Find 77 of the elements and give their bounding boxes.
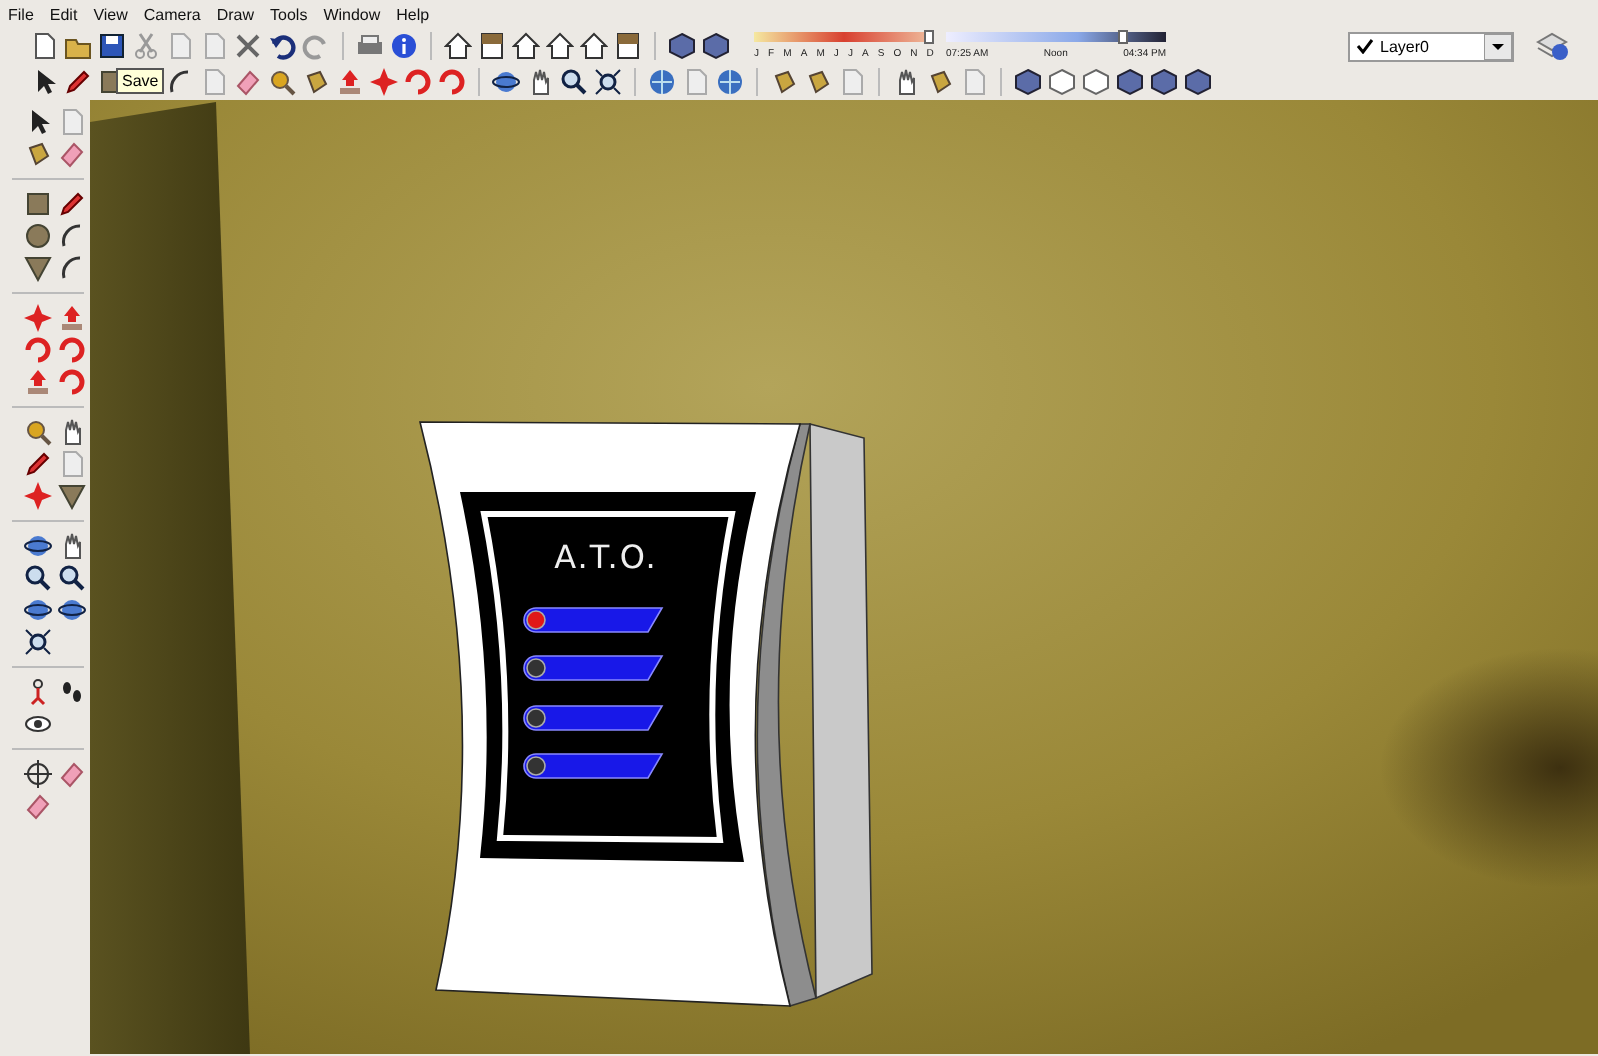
menu-item[interactable]: File — [8, 5, 34, 23]
move-icon[interactable] — [370, 68, 398, 96]
date-slider[interactable] — [754, 32, 934, 42]
push-pull-icon[interactable] — [24, 368, 52, 396]
search-icon[interactable] — [24, 564, 52, 592]
eraser-icon[interactable] — [234, 68, 262, 96]
arc-icon[interactable] — [58, 222, 86, 250]
bucket-icon[interactable] — [770, 68, 798, 96]
time-slider[interactable] — [946, 32, 1166, 42]
pencil-icon[interactable] — [64, 68, 92, 96]
push-pull-icon[interactable] — [58, 304, 86, 332]
cube-icon[interactable] — [702, 32, 730, 60]
pencil-icon[interactable] — [24, 450, 52, 478]
circle-icon[interactable] — [24, 222, 52, 250]
menu-item[interactable]: Camera — [143, 5, 201, 23]
undo-icon[interactable] — [268, 32, 296, 60]
eraser-icon[interactable] — [58, 760, 86, 788]
orbit-icon[interactable] — [58, 596, 86, 624]
device-label: A.T.O. — [554, 538, 658, 576]
tape-icon[interactable] — [24, 418, 52, 446]
layers-icon[interactable] — [1534, 30, 1570, 62]
cube-icon[interactable] — [1014, 68, 1042, 96]
orbit-icon[interactable] — [24, 596, 52, 624]
zoom-extents-icon[interactable] — [24, 628, 52, 656]
globe-icon[interactable] — [648, 68, 676, 96]
cube-icon[interactable] — [1048, 68, 1076, 96]
push-pull-icon[interactable] — [336, 68, 364, 96]
rotate-icon[interactable] — [404, 68, 432, 96]
menu-item[interactable]: Draw — [216, 5, 255, 23]
footprints-icon[interactable] — [58, 678, 86, 706]
tape-icon[interactable] — [268, 68, 296, 96]
menu-item[interactable]: Window — [323, 5, 381, 23]
printer-icon[interactable] — [356, 32, 384, 60]
menu-item[interactable]: Tools — [270, 5, 308, 23]
cube-icon[interactable] — [668, 32, 696, 60]
pencil-icon[interactable] — [58, 190, 86, 218]
rotate-icon[interactable] — [24, 336, 52, 364]
bucket-icon[interactable] — [24, 140, 52, 168]
eraser-icon[interactable] — [24, 792, 52, 820]
cube-icon[interactable] — [1150, 68, 1178, 96]
zoom-extents-icon[interactable] — [594, 68, 622, 96]
rectangle-icon[interactable] — [24, 190, 52, 218]
layer-dropdown[interactable]: Layer0 — [1348, 31, 1514, 61]
menu-item[interactable]: Edit — [49, 5, 78, 23]
house-icon[interactable] — [580, 32, 608, 60]
tooltip: Save — [116, 68, 165, 94]
orbit-icon[interactable] — [24, 532, 52, 560]
cube-icon[interactable] — [1184, 68, 1212, 96]
rotate-icon[interactable] — [438, 68, 466, 96]
rotate-icon[interactable] — [58, 368, 86, 396]
triangle-icon[interactable] — [24, 254, 52, 282]
search-icon[interactable] — [560, 68, 588, 96]
dropdown-arrow-icon[interactable] — [1484, 33, 1512, 59]
triangle-icon[interactable] — [58, 482, 86, 510]
bucket-icon[interactable] — [302, 68, 330, 96]
rotate-icon[interactable] — [58, 336, 86, 364]
menu-item[interactable]: Help — [396, 5, 430, 23]
page-icon[interactable] — [30, 32, 58, 60]
house-icon[interactable] — [546, 32, 574, 60]
eraser-icon[interactable] — [58, 140, 86, 168]
cube-icon[interactable] — [1116, 68, 1144, 96]
move-icon[interactable] — [24, 304, 52, 332]
globe-icon[interactable] — [716, 68, 744, 96]
menu-item[interactable]: View — [93, 5, 128, 23]
eye-icon[interactable] — [24, 710, 52, 738]
info-icon[interactable] — [390, 32, 418, 60]
bucket-icon[interactable] — [804, 68, 832, 96]
arc-icon[interactable] — [166, 68, 194, 96]
bucket-icon[interactable] — [926, 68, 954, 96]
cube-icon[interactable] — [1082, 68, 1110, 96]
house-icon[interactable] — [444, 32, 472, 60]
orbit-icon[interactable] — [492, 68, 520, 96]
delete-icon[interactable] — [234, 32, 262, 60]
search-icon[interactable] — [58, 564, 86, 592]
arc-icon[interactable] — [58, 254, 86, 282]
crosshair-icon[interactable] — [24, 760, 52, 788]
house-icon[interactable] — [512, 32, 540, 60]
